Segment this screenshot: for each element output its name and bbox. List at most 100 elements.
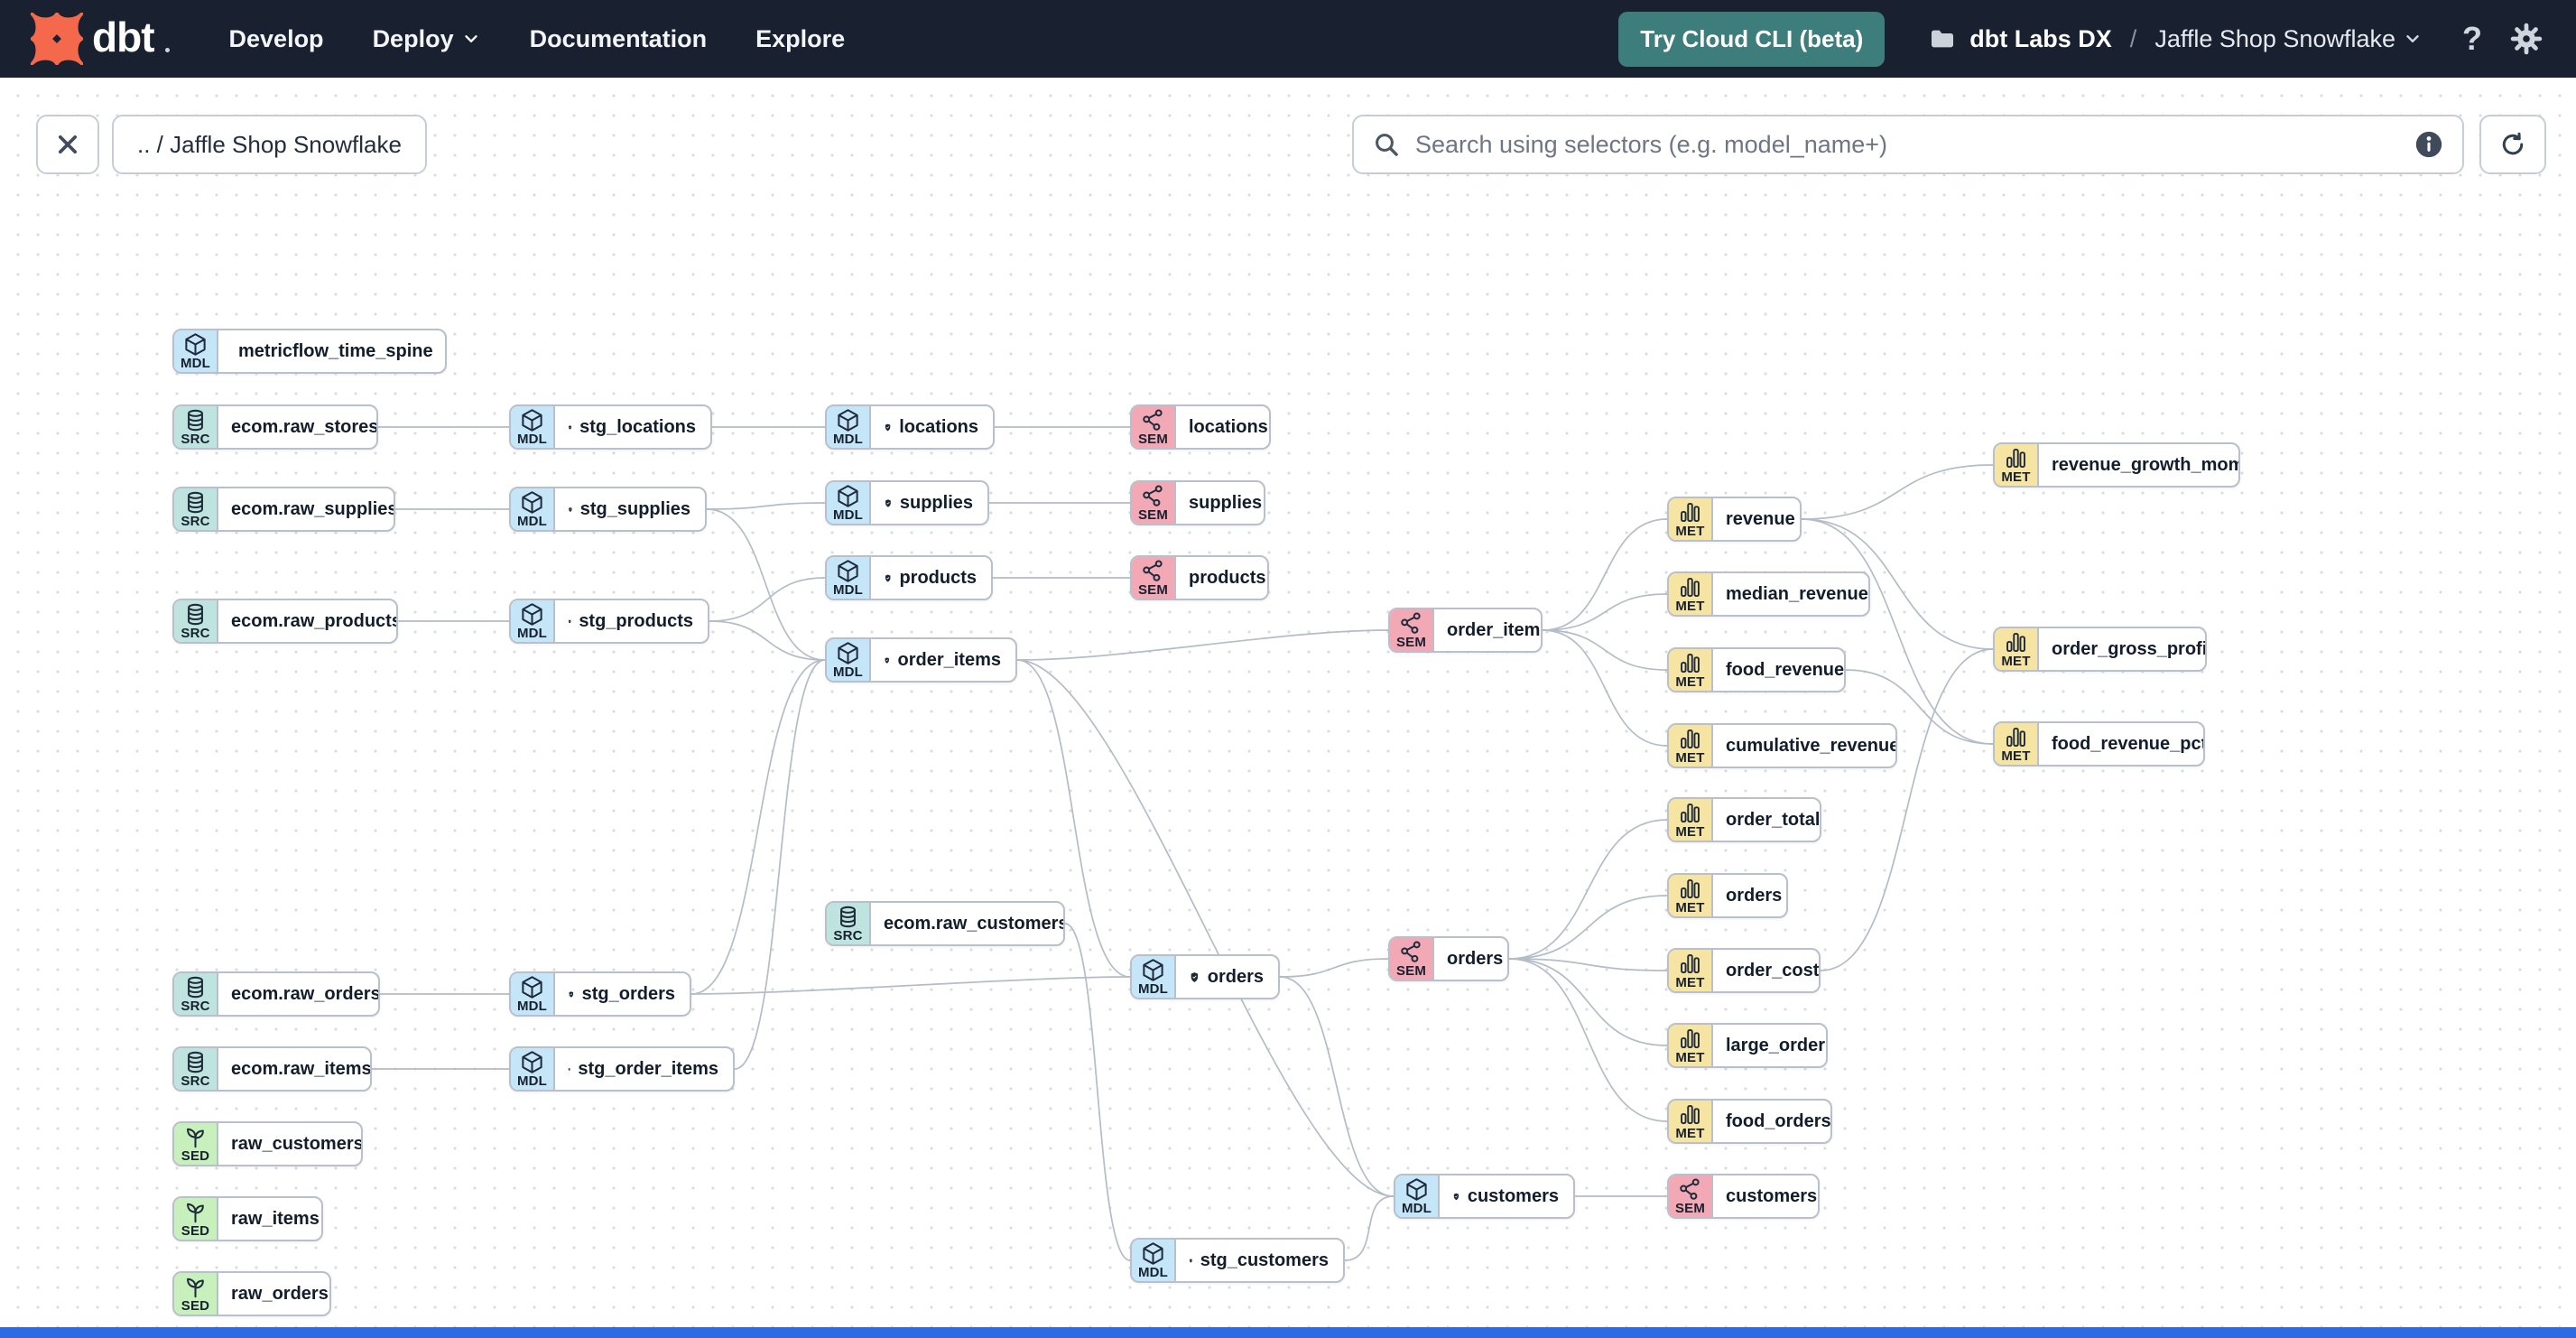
node-orders_met[interactable]: MET orders bbox=[1667, 873, 1788, 918]
nav-link-explore[interactable]: Explore bbox=[755, 25, 845, 53]
node-raw_items_sed[interactable]: SED raw_items bbox=[172, 1196, 323, 1241]
node-metricflow_time_spine[interactable]: MDL metricflow_time_spine bbox=[172, 329, 447, 374]
contract-shield-icon bbox=[569, 424, 572, 430]
semantic-model-icon bbox=[1680, 1178, 1700, 1200]
node-type-label: SEM bbox=[1395, 635, 1427, 650]
node-type-badge: SEM bbox=[1669, 1175, 1713, 1217]
help-icon[interactable]: ? bbox=[2462, 20, 2482, 58]
node-stg_locations[interactable]: MDL stg_locations bbox=[509, 404, 712, 450]
node-label: ecom.raw_orders bbox=[231, 983, 378, 1004]
node-order_gross_profit_met[interactable]: MET order_gross_profit bbox=[1993, 627, 2207, 672]
node-label: cumulative_revenue bbox=[1726, 735, 1895, 756]
node-median_revenue_met[interactable]: MET median_revenue bbox=[1667, 571, 1870, 617]
node-raw_items_src[interactable]: SRC ecom.raw_items bbox=[172, 1046, 372, 1092]
node-type-label: MET bbox=[2001, 654, 2031, 669]
node-label: products bbox=[871, 557, 991, 599]
node-supplies_sem[interactable]: SEM supplies bbox=[1130, 480, 1265, 525]
node-stg_orders[interactable]: MDL stg_orders bbox=[509, 971, 691, 1017]
node-raw_supplies_src[interactable]: SRC ecom.raw_supplies bbox=[172, 487, 395, 532]
node-type-badge: MET bbox=[1669, 799, 1713, 841]
lineage-breadcrumb[interactable]: .. / Jaffle Shop Snowflake bbox=[112, 115, 427, 174]
node-revenue_met[interactable]: MET revenue bbox=[1667, 497, 1802, 542]
node-type-label: MET bbox=[1675, 900, 1705, 915]
database-icon bbox=[840, 906, 856, 928]
node-label: customers bbox=[1726, 1185, 1818, 1206]
node-locations_mdl[interactable]: MDL locations bbox=[825, 404, 995, 450]
project-selector[interactable]: Jaffle Shop Snowflake bbox=[2154, 25, 2423, 53]
model-cube-icon bbox=[838, 485, 858, 507]
model-cube-icon bbox=[522, 976, 542, 999]
node-type-badge: SRC bbox=[174, 973, 218, 1015]
node-label: food_orders bbox=[1726, 1110, 1830, 1131]
node-food_revenue_met[interactable]: MET food_revenue bbox=[1667, 647, 1846, 692]
node-type-badge: SED bbox=[174, 1123, 218, 1165]
node-label: stg_customers bbox=[1176, 1240, 1343, 1281]
info-icon[interactable] bbox=[2414, 129, 2444, 160]
node-type-label: SED bbox=[181, 1148, 210, 1164]
database-icon bbox=[188, 491, 203, 514]
node-order_item_sem[interactable]: SEM order_item bbox=[1388, 608, 1543, 653]
semantic-model-icon bbox=[1401, 612, 1421, 634]
nav-link-documentation[interactable]: Documentation bbox=[530, 25, 708, 53]
node-locations_sem[interactable]: SEM locations bbox=[1130, 404, 1271, 450]
model-cube-icon bbox=[522, 603, 542, 626]
node-label: food_revenue_pct bbox=[2052, 733, 2203, 754]
search-input[interactable] bbox=[1413, 129, 2401, 160]
dbt-logo[interactable]: dbt bbox=[31, 13, 170, 65]
node-label: orders bbox=[1726, 885, 1783, 906]
node-stg_customers[interactable]: MDL stg_customers bbox=[1130, 1238, 1345, 1283]
node-orders_mdl[interactable]: MDL orders bbox=[1130, 954, 1280, 999]
node-raw_orders_sed[interactable]: SED raw_orders bbox=[172, 1271, 331, 1316]
lineage-canvas[interactable] bbox=[0, 78, 2576, 1327]
metric-chart-icon bbox=[1681, 653, 1700, 674]
node-customers_sem[interactable]: SEM customers bbox=[1667, 1174, 1820, 1219]
node-products_sem[interactable]: SEM products bbox=[1130, 555, 1269, 600]
node-type-badge: MET bbox=[1995, 628, 2039, 670]
model-cube-icon bbox=[1406, 1178, 1427, 1201]
node-type-label: MDL bbox=[1137, 1265, 1169, 1280]
node-type-badge: SEM bbox=[1132, 406, 1176, 448]
semantic-model-icon bbox=[1143, 409, 1163, 431]
nav-link-deploy[interactable]: Deploy bbox=[373, 25, 481, 53]
node-products_mdl[interactable]: MDL products bbox=[825, 555, 993, 600]
close-lineage-button[interactable] bbox=[36, 115, 99, 174]
node-supplies_mdl[interactable]: MDL supplies bbox=[825, 480, 989, 525]
selector-search[interactable] bbox=[1352, 115, 2464, 174]
nav-link-develop[interactable]: Develop bbox=[229, 25, 324, 53]
node-order_cost_met[interactable]: MET order_cost bbox=[1667, 948, 1821, 993]
node-type-badge: MDL bbox=[827, 482, 871, 524]
node-label: supplies bbox=[1189, 492, 1263, 513]
node-type-badge: MET bbox=[1669, 1101, 1713, 1142]
node-cumulative_revenue_met[interactable]: MET cumulative_revenue bbox=[1667, 723, 1897, 768]
node-stg_products[interactable]: MDL stg_products bbox=[509, 599, 709, 644]
node-orders_sem[interactable]: SEM orders bbox=[1388, 936, 1509, 981]
node-type-label: MET bbox=[2001, 748, 2031, 764]
node-raw_products_src[interactable]: SRC ecom.raw_products bbox=[172, 599, 398, 644]
node-raw_orders_src[interactable]: SRC ecom.raw_orders bbox=[172, 971, 380, 1017]
node-stg_supplies[interactable]: MDL stg_supplies bbox=[509, 487, 707, 532]
node-type-label: SED bbox=[181, 1298, 210, 1314]
node-label: order_total bbox=[1726, 809, 1820, 830]
node-food_orders_met[interactable]: MET food_orders bbox=[1667, 1099, 1832, 1144]
gear-icon[interactable] bbox=[2509, 22, 2544, 56]
semantic-model-icon bbox=[1401, 941, 1421, 962]
node-type-badge: MET bbox=[1669, 875, 1713, 916]
try-cloud-cli-button[interactable]: Try Cloud CLI (beta) bbox=[1618, 11, 1886, 67]
node-raw_stores_src[interactable]: SRC ecom.raw_stores bbox=[172, 404, 378, 450]
node-type-label: SEM bbox=[1137, 582, 1169, 598]
node-raw_customers_sed[interactable]: SED raw_customers bbox=[172, 1121, 363, 1166]
account-name[interactable]: dbt Labs DX bbox=[1969, 25, 2112, 53]
node-customers_mdl[interactable]: MDL customers bbox=[1394, 1174, 1575, 1219]
database-icon bbox=[188, 976, 203, 999]
node-order_items_mdl[interactable]: MDL order_items bbox=[825, 637, 1017, 683]
node-raw_customers_src[interactable]: SRC ecom.raw_customers bbox=[825, 901, 1065, 946]
node-order_total_met[interactable]: MET order_total bbox=[1667, 797, 1821, 842]
node-food_revenue_pct_met[interactable]: MET food_revenue_pct bbox=[1993, 721, 2205, 767]
refresh-lineage-button[interactable] bbox=[2479, 115, 2546, 174]
node-large_order_met[interactable]: MET large_order bbox=[1667, 1023, 1828, 1068]
node-stg_order_items[interactable]: MDL stg_order_items bbox=[509, 1046, 735, 1092]
node-revenue_growth_mom_met[interactable]: MET revenue_growth_mom bbox=[1993, 442, 2240, 488]
model-cube-icon bbox=[1143, 959, 1163, 981]
node-type-label: MDL bbox=[832, 664, 864, 680]
account-breadcrumb[interactable]: dbt Labs DX / Jaffle Shop Snowflake bbox=[1928, 24, 2423, 53]
